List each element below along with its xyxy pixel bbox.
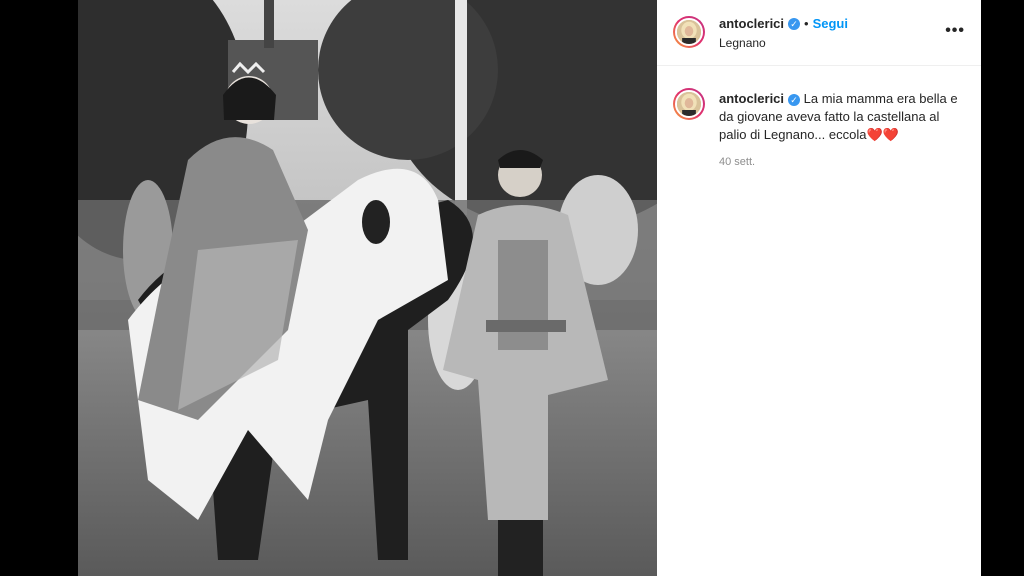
caption-username-link[interactable]: antoclerici	[719, 91, 784, 106]
separator-dot: •	[804, 16, 809, 31]
avatar-image-icon	[677, 92, 701, 116]
verified-badge-icon: ✓	[788, 17, 801, 30]
more-options-icon[interactable]: •••	[945, 23, 965, 39]
header-line: antoclerici ✓ • Segui	[719, 15, 848, 33]
location-link[interactable]: Legnano	[719, 36, 766, 50]
avatar-image-icon	[677, 20, 701, 44]
post-details-panel: antoclerici ✓ • Segui Legnano ••• antocleri…	[657, 0, 981, 576]
username-link[interactable]: antoclerici	[719, 16, 784, 31]
post-caption: antoclerici ✓ La mia mamma era bella e da…	[719, 90, 964, 144]
caption-avatar[interactable]	[673, 88, 705, 120]
post-photo[interactable]	[78, 0, 657, 576]
post-timestamp[interactable]: 40 sett.	[719, 156, 755, 168]
post-header: antoclerici ✓ • Segui Legnano •••	[657, 0, 981, 66]
follow-button[interactable]: Segui	[813, 16, 848, 31]
verified-badge-icon: ✓	[788, 93, 801, 106]
avatar[interactable]	[673, 16, 705, 48]
heart-emoji: ❤️❤️	[866, 127, 899, 142]
black-and-white-parade-photo	[78, 0, 657, 576]
